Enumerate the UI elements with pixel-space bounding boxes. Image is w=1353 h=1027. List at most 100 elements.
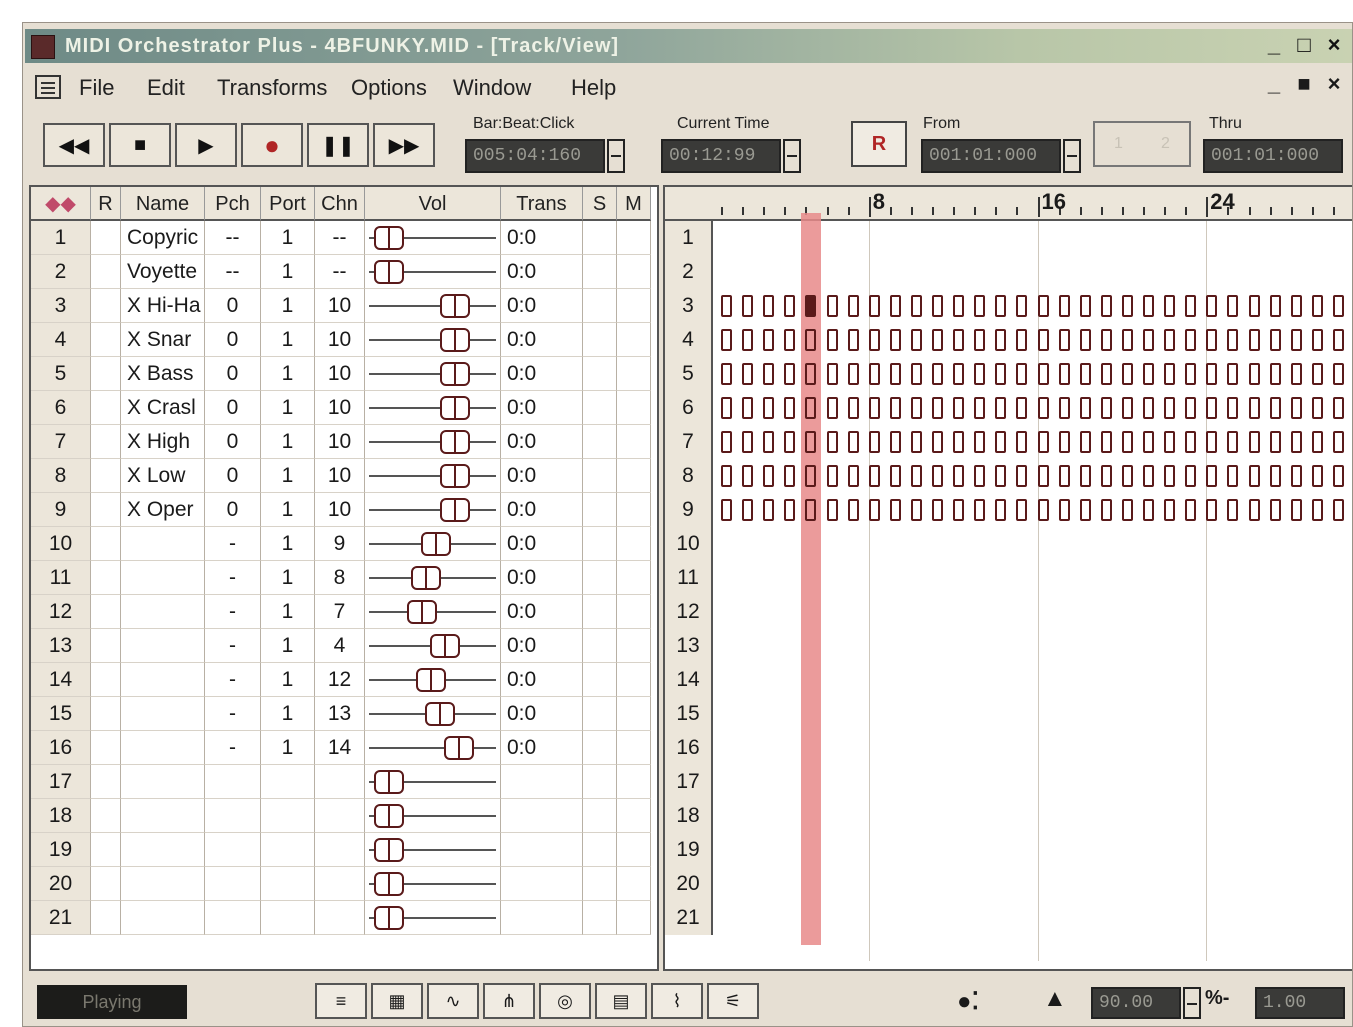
- track-m-cell[interactable]: [617, 459, 651, 493]
- track-data-block[interactable]: [1332, 329, 1344, 351]
- track-r-cell[interactable]: [91, 289, 121, 323]
- track-data-block[interactable]: [932, 499, 943, 521]
- volume-slider[interactable]: [365, 663, 501, 697]
- track-trans-cell[interactable]: [501, 901, 583, 935]
- track-s-cell[interactable]: [583, 765, 617, 799]
- track-data-block[interactable]: [1100, 295, 1112, 317]
- track-data-block[interactable]: [868, 363, 880, 385]
- track-data-block[interactable]: [721, 499, 732, 521]
- track-pch-cell[interactable]: [205, 799, 261, 833]
- track-chn-cell[interactable]: [315, 799, 365, 833]
- track-trans-cell[interactable]: 0:0: [501, 255, 583, 289]
- track-data-block[interactable]: [1206, 295, 1218, 317]
- mdi-minimize-button[interactable]: _: [1260, 71, 1288, 99]
- track-name-cell[interactable]: Voyette: [121, 255, 205, 289]
- track-s-cell[interactable]: [583, 833, 617, 867]
- track-chn-cell[interactable]: 7: [315, 595, 365, 629]
- track-data-block[interactable]: [1079, 499, 1091, 521]
- track-data-block[interactable]: [1037, 397, 1049, 419]
- track-port-cell[interactable]: [261, 765, 315, 799]
- track-row[interactable]: 2 Voyette -- 1 -- 0:0: [31, 255, 657, 289]
- fast-forward-button[interactable]: ▶▶: [373, 123, 435, 167]
- track-data-block[interactable]: [1037, 465, 1049, 487]
- track-data-block[interactable]: [1227, 499, 1239, 521]
- track-r-cell[interactable]: [91, 255, 121, 289]
- track-name-cell[interactable]: X Crasl: [121, 391, 205, 425]
- track-data-block[interactable]: [910, 499, 922, 521]
- track-data-block[interactable]: [995, 499, 1007, 521]
- track-r-cell[interactable]: [91, 663, 121, 697]
- track-pch-cell[interactable]: -: [205, 731, 261, 765]
- track-data-block[interactable]: [1016, 397, 1028, 419]
- track-data-block[interactable]: [1311, 499, 1323, 521]
- track-data-block[interactable]: [1248, 363, 1260, 385]
- percent-field[interactable]: 1.00: [1255, 987, 1345, 1019]
- track-r-cell[interactable]: [91, 527, 121, 561]
- track-data-block[interactable]: [974, 431, 986, 453]
- track-data-block[interactable]: [826, 397, 838, 419]
- track-s-cell[interactable]: [583, 901, 617, 935]
- controller-icon[interactable]: ∿: [427, 983, 479, 1019]
- track-data-block[interactable]: [1227, 431, 1239, 453]
- track-data-block[interactable]: [742, 295, 754, 317]
- track-data-block[interactable]: [974, 397, 986, 419]
- track-data-block[interactable]: [742, 499, 754, 521]
- track-trans-cell[interactable]: 0:0: [501, 493, 583, 527]
- track-data-block[interactable]: [953, 363, 965, 385]
- track-name-cell[interactable]: X Oper: [121, 493, 205, 527]
- track-data-block[interactable]: [1016, 295, 1028, 317]
- track-r-cell[interactable]: [91, 629, 121, 663]
- track-data-block[interactable]: [1121, 397, 1133, 419]
- track-data-block[interactable]: [847, 431, 859, 453]
- minimize-button[interactable]: _: [1260, 33, 1288, 59]
- track-name-cell[interactable]: [121, 731, 205, 765]
- track-s-cell[interactable]: [583, 357, 617, 391]
- track-data-block[interactable]: [1290, 329, 1302, 351]
- header-m[interactable]: M: [617, 187, 651, 221]
- volume-slider[interactable]: [365, 833, 501, 867]
- track-row[interactable]: 8 X Low 0 1 10 0:0: [31, 459, 657, 493]
- track-s-cell[interactable]: [583, 221, 617, 255]
- track-data-block[interactable]: [1100, 465, 1112, 487]
- track-row[interactable]: 9 X Oper 0 1 10 0:0: [31, 493, 657, 527]
- track-data-block[interactable]: [1079, 431, 1091, 453]
- track-row[interactable]: 5 X Bass 0 1 10 0:0: [31, 357, 657, 391]
- menu-options[interactable]: Options: [351, 75, 427, 101]
- track-data-block[interactable]: [1016, 329, 1028, 351]
- track-r-cell[interactable]: [91, 765, 121, 799]
- volume-thumb[interactable]: [440, 430, 470, 454]
- track-data-block[interactable]: [1164, 295, 1176, 317]
- bar-ruler[interactable]: 8 16 24: [665, 187, 1352, 221]
- volume-slider[interactable]: [365, 901, 501, 935]
- menu-file[interactable]: File: [79, 75, 114, 101]
- volume-thumb[interactable]: [430, 634, 460, 658]
- track-data-block[interactable]: [868, 397, 880, 419]
- volume-slider[interactable]: [365, 595, 501, 629]
- track-data-block[interactable]: [784, 465, 796, 487]
- track-data-block[interactable]: [742, 465, 754, 487]
- volume-thumb[interactable]: [440, 464, 470, 488]
- header-s[interactable]: S: [583, 187, 617, 221]
- track-data-block[interactable]: [1058, 329, 1070, 351]
- volume-thumb[interactable]: [421, 532, 451, 556]
- track-data-block[interactable]: [763, 465, 775, 487]
- track-data-block[interactable]: [910, 465, 922, 487]
- track-port-cell[interactable]: 1: [261, 323, 315, 357]
- volume-slider[interactable]: [365, 527, 501, 561]
- track-data-block[interactable]: [805, 397, 817, 419]
- track-data-block[interactable]: [1269, 431, 1281, 453]
- track-data-block[interactable]: [1037, 431, 1049, 453]
- track-port-cell[interactable]: 1: [261, 357, 315, 391]
- track-data-block[interactable]: [932, 397, 943, 419]
- header-chn[interactable]: Chn: [315, 187, 365, 221]
- track-data-block[interactable]: [1100, 363, 1112, 385]
- track-data-block[interactable]: [1269, 363, 1281, 385]
- track-port-cell[interactable]: 1: [261, 391, 315, 425]
- track-port-cell[interactable]: [261, 833, 315, 867]
- track-data-block[interactable]: [805, 363, 817, 385]
- track-port-cell[interactable]: 1: [261, 663, 315, 697]
- track-data-block[interactable]: [1164, 329, 1176, 351]
- track-name-cell[interactable]: Copyric: [121, 221, 205, 255]
- volume-slider[interactable]: [365, 323, 501, 357]
- track-r-cell[interactable]: [91, 357, 121, 391]
